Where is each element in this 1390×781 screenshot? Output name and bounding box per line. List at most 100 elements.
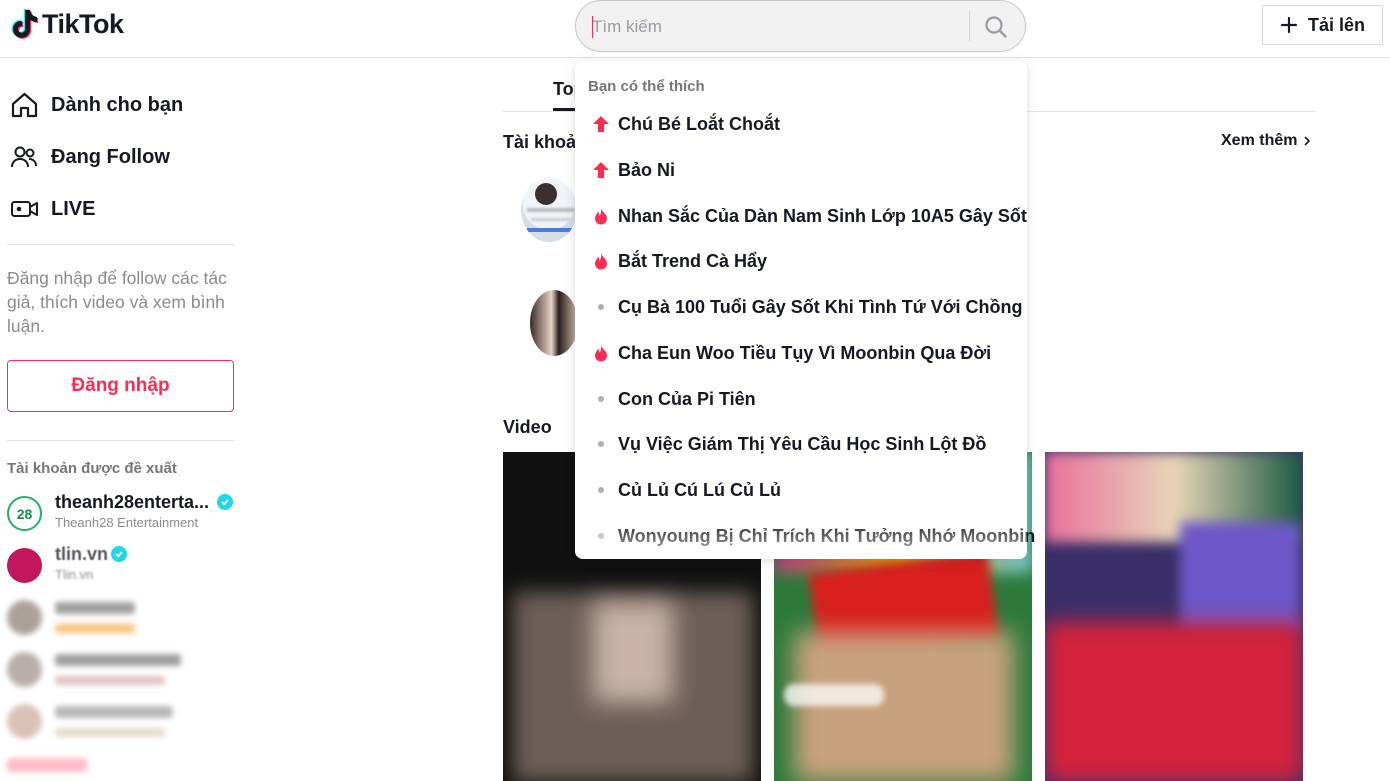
blurred-name bbox=[55, 602, 135, 614]
left-sidebar: Dành cho bạn Đang Follow LIVE Đăng nhập … bbox=[0, 58, 240, 781]
suggestion-label: Bắt Trend Cà Hẩy bbox=[618, 251, 768, 271]
trending-up-icon bbox=[592, 161, 610, 179]
top-header: TikTok Tải lên bbox=[0, 0, 1390, 58]
suggestion-item[interactable]: Bắt Trend Cà Hẩy bbox=[575, 239, 1027, 283]
see-more-link[interactable]: Xem thêm bbox=[1221, 132, 1311, 150]
suggestion-label: Cha Eun Woo Tiều Tụy Vì Moonbin Qua Đời bbox=[618, 343, 992, 363]
search-button[interactable] bbox=[978, 9, 1014, 45]
verified-icon bbox=[111, 546, 127, 562]
nav-for-you[interactable]: Dành cho bạn bbox=[10, 85, 183, 125]
video-thumbnail-blur bbox=[1045, 622, 1303, 781]
dot-icon bbox=[592, 435, 610, 453]
text-caret bbox=[592, 16, 593, 38]
dot-icon bbox=[592, 298, 610, 316]
suggestion-label: Củ Lủ Cú Lú Củ Lủ bbox=[618, 480, 781, 500]
dot-icon bbox=[592, 481, 610, 499]
account-name: theanh28enterta... bbox=[55, 492, 210, 512]
video-card[interactable] bbox=[1045, 452, 1303, 781]
blurred-nickname bbox=[55, 624, 135, 633]
suggestion-item[interactable]: Con Của Pi Tiên bbox=[575, 377, 1027, 421]
suggestion-label: Con Của Pi Tiên bbox=[618, 389, 756, 409]
account-nickname: Tlin.vn bbox=[55, 567, 94, 582]
video-thumbnail-blur bbox=[794, 632, 1014, 781]
suggestion-item[interactable]: Bảo Ni bbox=[575, 148, 1027, 192]
account-name: tlin.vn bbox=[55, 544, 108, 564]
fire-icon bbox=[592, 252, 610, 270]
suggestion-item[interactable]: Vụ Việc Giám Thị Yêu Cầu Học Sinh Lột Đồ bbox=[575, 422, 1027, 466]
upload-label: Tải lên bbox=[1307, 14, 1365, 35]
avatar bbox=[7, 652, 42, 687]
search-input[interactable] bbox=[592, 15, 952, 39]
account-nickname: Theanh28 Entertainment bbox=[55, 515, 199, 530]
search-divider bbox=[969, 11, 970, 41]
suggestion-item[interactable]: Nhan Sắc Của Dàn Nam Sinh Lớp 10A5 Gây S… bbox=[575, 194, 1027, 238]
avatar-detail bbox=[531, 218, 571, 221]
video-section-title: Video bbox=[503, 417, 552, 437]
users-icon bbox=[11, 146, 37, 168]
avatar-detail bbox=[527, 228, 575, 232]
blurred-name bbox=[55, 706, 173, 718]
tiktok-logo-icon bbox=[11, 9, 39, 39]
suggestion-label: Cụ Bà 100 Tuổi Gây Sốt Khi Tình Tứ Với C… bbox=[618, 297, 1023, 317]
sidebar-divider bbox=[7, 440, 234, 441]
search-icon bbox=[985, 16, 1007, 38]
fire-icon bbox=[592, 207, 610, 225]
suggested-accounts-title: Tài khoản được đề xuất bbox=[7, 460, 177, 477]
dot-icon bbox=[592, 527, 610, 545]
logo-text: TikTok bbox=[42, 8, 124, 39]
avatar-detail bbox=[535, 183, 557, 205]
suggestion-item[interactable]: Cụ Bà 100 Tuổi Gây Sốt Khi Tình Tứ Với C… bbox=[575, 285, 1027, 329]
suggestion-label: Bảo Ni bbox=[618, 160, 676, 180]
login-button[interactable]: Đăng nhập bbox=[7, 360, 234, 412]
nav-following-label: Đang Follow bbox=[51, 145, 170, 168]
nav-following[interactable]: Đang Follow bbox=[10, 137, 170, 177]
suggestion-item[interactable]: Cha Eun Woo Tiều Tụy Vì Moonbin Qua Đời bbox=[575, 331, 1027, 375]
upload-button[interactable]: Tải lên bbox=[1262, 5, 1383, 45]
suggested-account-blurred[interactable] bbox=[7, 698, 237, 744]
blurred-nickname bbox=[55, 728, 165, 737]
verified-icon bbox=[217, 494, 233, 510]
fire-icon bbox=[592, 344, 610, 362]
nav-for-you-label: Dành cho bạn bbox=[51, 93, 184, 116]
home-icon bbox=[11, 92, 38, 118]
sidebar-divider bbox=[7, 244, 234, 245]
dot-icon bbox=[592, 390, 610, 408]
avatar bbox=[7, 704, 42, 739]
suggestions-title: Bạn có thể thích bbox=[588, 78, 705, 95]
see-all-link-blurred[interactable] bbox=[7, 758, 87, 772]
suggestion-item[interactable]: Wonyoung Bị Chỉ Trích Khi Tưởng Nhớ Moon… bbox=[575, 514, 1035, 558]
suggestion-item[interactable]: Củ Lủ Cú Lú Củ Lủ bbox=[575, 468, 1027, 512]
nav-live[interactable]: LIVE bbox=[10, 189, 95, 229]
account-result-avatar[interactable] bbox=[530, 290, 578, 356]
nav-live-label: LIVE bbox=[51, 197, 96, 220]
suggested-account[interactable]: 28 theanh28enterta... Theanh28 Entertain… bbox=[7, 490, 237, 536]
blurred-nickname bbox=[55, 676, 165, 685]
chevron-right-icon bbox=[1304, 136, 1311, 146]
blurred-name bbox=[55, 654, 181, 666]
suggested-account-blurred[interactable] bbox=[7, 646, 237, 692]
avatar-detail bbox=[527, 208, 575, 212]
tiktok-app: TikTok Tải lên D bbox=[0, 0, 1390, 781]
login-hint: Đăng nhập để follow các tác giả, thích v… bbox=[7, 268, 227, 336]
suggestion-label: Nhan Sắc Của Dàn Nam Sinh Lớp 10A5 Gây S… bbox=[618, 206, 1027, 226]
suggested-account-blurred[interactable] bbox=[7, 594, 237, 640]
video-caption-blur bbox=[784, 684, 884, 706]
suggestion-label: Vụ Việc Giám Thị Yêu Cầu Học Sinh Lột Đồ bbox=[618, 434, 987, 454]
suggested-account[interactable]: tlin.vn Tlin.vn bbox=[7, 542, 237, 588]
account-result-avatar[interactable] bbox=[521, 178, 577, 242]
avatar: 28 bbox=[7, 496, 42, 531]
trending-up-icon bbox=[592, 115, 610, 133]
suggestion-label: Wonyoung Bị Chỉ Trích Khi Tưởng Nhớ Moon… bbox=[618, 526, 1036, 546]
avatar bbox=[7, 600, 42, 635]
live-icon bbox=[11, 201, 38, 217]
video-thumbnail-blur bbox=[593, 602, 673, 702]
search-bar bbox=[575, 0, 1026, 52]
plus-icon bbox=[1280, 16, 1298, 34]
suggestion-label: Chú Bé Loắt Choắt bbox=[618, 114, 780, 134]
search-suggestions-dropdown: Bạn có thể thích Chú Bé Loắt Choắt Bảo N… bbox=[575, 61, 1035, 559]
avatar bbox=[7, 548, 42, 583]
tiktok-logo[interactable]: TikTok bbox=[10, 8, 124, 40]
video-thumbnail-blur bbox=[1180, 522, 1300, 632]
suggestion-item[interactable]: Chú Bé Loắt Choắt bbox=[575, 102, 1027, 146]
see-more-label: Xem thêm bbox=[1221, 132, 1298, 149]
